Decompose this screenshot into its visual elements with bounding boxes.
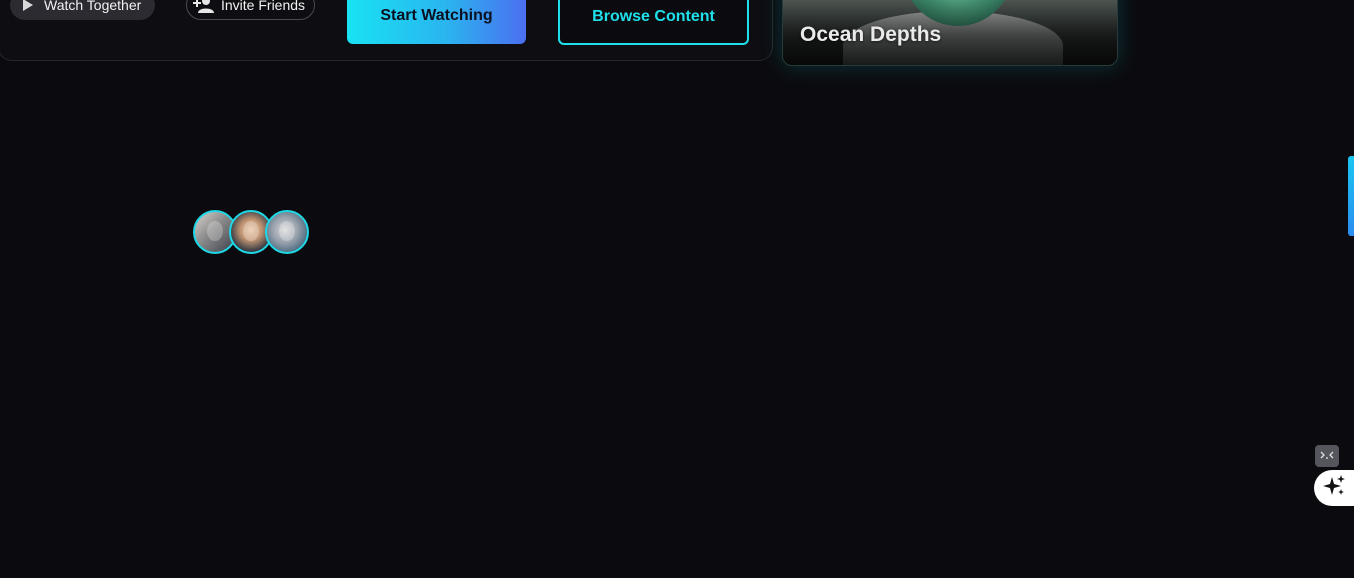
sparkle-icon <box>1322 474 1346 503</box>
devtools-button[interactable] <box>1315 445 1339 467</box>
page: Watch Together Invite Friends Start Watc… <box>0 0 1354 578</box>
viewer-avatars <box>193 210 313 254</box>
watch-together-button[interactable]: Watch Together <box>10 0 155 20</box>
play-icon <box>22 0 34 11</box>
avatar-face <box>279 221 295 241</box>
browse-content-button[interactable]: Browse Content <box>558 0 749 45</box>
featured-card-title: Ocean Depths <box>800 23 942 46</box>
scroll-indicator[interactable] <box>1348 156 1354 236</box>
start-watching-button[interactable]: Start Watching <box>347 0 526 44</box>
devtools-icon <box>1320 447 1334 465</box>
invite-friends-label: Invite Friends <box>221 0 306 13</box>
avatar-face <box>207 221 223 241</box>
featured-card[interactable]: Ocean Depths <box>782 0 1118 66</box>
add-user-icon <box>193 0 215 14</box>
avatar-face <box>243 221 259 241</box>
watch-together-label: Watch Together <box>44 0 142 13</box>
avatar[interactable] <box>265 210 309 254</box>
ai-assistant-button[interactable] <box>1314 470 1354 506</box>
invite-friends-button[interactable]: Invite Friends <box>186 0 315 20</box>
